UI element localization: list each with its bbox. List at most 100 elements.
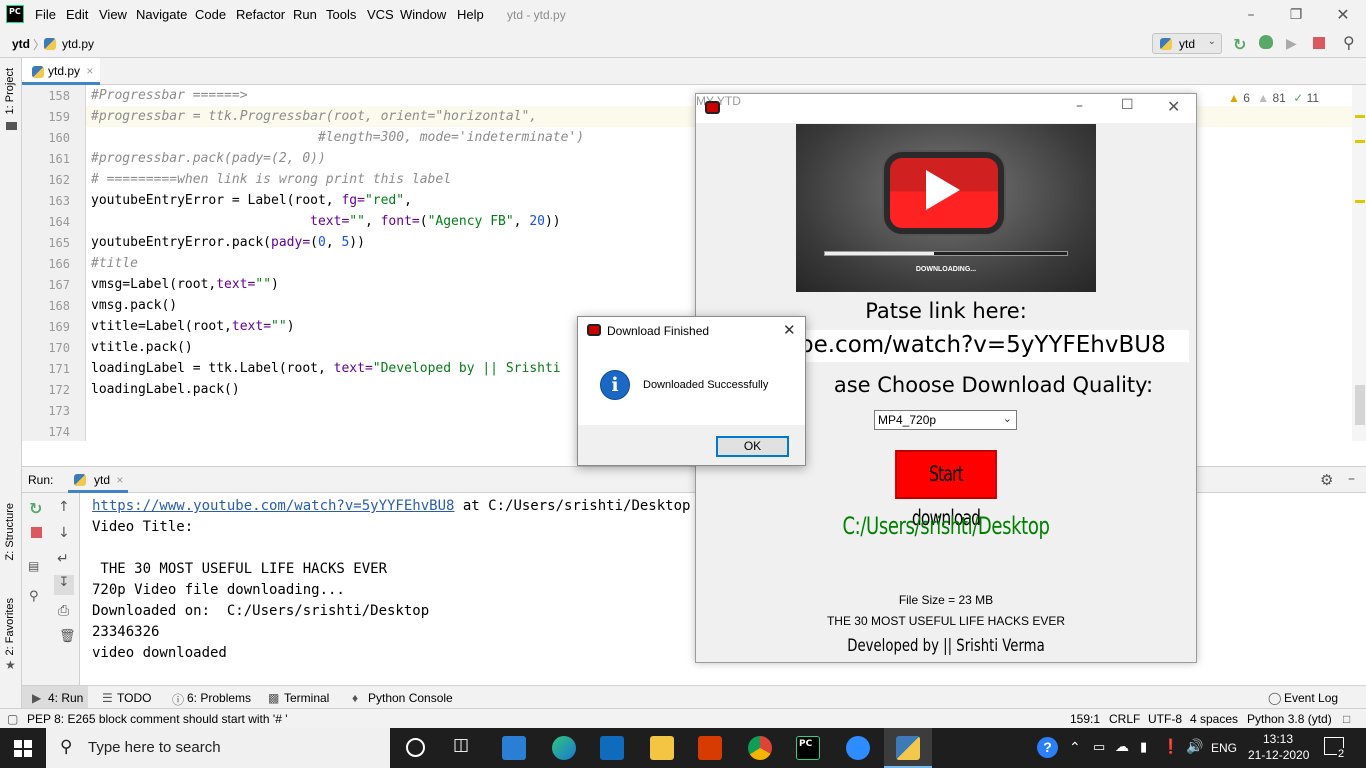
- code-line: youtubeEntryError = Label(root, fg="red"…: [91, 193, 412, 208]
- stop-icon[interactable]: [1313, 37, 1325, 49]
- caret-position[interactable]: 159:1: [1070, 712, 1100, 726]
- run-tool-button[interactable]: 4: Run: [48, 691, 83, 705]
- menu-file[interactable]: File: [35, 7, 56, 22]
- gear-icon[interactable]: ⚙: [1320, 471, 1333, 489]
- editor-scroll-stripe[interactable]: [1352, 85, 1366, 441]
- dialog-titlebar[interactable]: Download Finished ✕: [578, 317, 805, 345]
- code-token: )): [349, 235, 365, 250]
- menu-vcs[interactable]: VCS: [367, 7, 394, 22]
- terminal-tool-button[interactable]: Terminal: [284, 691, 329, 705]
- line-number: 166: [48, 257, 70, 271]
- inspection-widget[interactable]: ▲ 6 ▲ 81 ✓ 11: [1228, 91, 1319, 105]
- python-console-tool-button[interactable]: Python Console: [368, 691, 453, 705]
- todo-tool-button[interactable]: TODO: [117, 691, 151, 705]
- task-view-icon[interactable]: ◫: [453, 735, 469, 755]
- battery-icon[interactable]: ▮: [1140, 739, 1147, 755]
- run-tab-ytd[interactable]: ytd ×: [68, 467, 128, 493]
- link-entry[interactable]: be.com/watch?v=5yYYFEhvBU8: [799, 330, 1189, 362]
- rerun-icon[interactable]: ↻: [1233, 35, 1246, 54]
- menu-view[interactable]: View: [99, 7, 127, 22]
- indent-setting[interactable]: 4 spaces: [1190, 712, 1238, 726]
- problems-tool-button[interactable]: 6: Problems: [187, 691, 251, 705]
- run-config-selector[interactable]: ytd ⌄: [1152, 33, 1222, 54]
- stop-icon[interactable]: [31, 527, 42, 538]
- zoom-icon[interactable]: [846, 736, 870, 760]
- debug-icon[interactable]: [1259, 35, 1273, 49]
- wifi-icon[interactable]: ❗: [1162, 738, 1179, 755]
- chevron-up-icon[interactable]: ⌃: [1069, 739, 1081, 756]
- hide-panel-icon[interactable]: –: [1348, 471, 1355, 487]
- arrow-down-icon[interactable]: ↓: [58, 525, 70, 541]
- typo-count: 11: [1306, 91, 1320, 105]
- language-indicator[interactable]: ENG: [1211, 741, 1237, 755]
- maximize-button[interactable]: ☐: [1121, 97, 1134, 113]
- soft-wrap-icon[interactable]: ↵: [57, 551, 69, 567]
- python-app-taskbar-item[interactable]: [884, 728, 932, 768]
- favorites-tool-button[interactable]: 2: Favorites: [4, 598, 16, 655]
- file-encoding[interactable]: UTF-8: [1148, 712, 1182, 726]
- help-icon[interactable]: ?: [1037, 737, 1058, 758]
- rerun-icon[interactable]: ↻: [29, 499, 42, 518]
- pycharm-taskbar-icon[interactable]: PC: [796, 736, 820, 760]
- project-tool-button[interactable]: 1: Project: [4, 68, 16, 114]
- trash-icon[interactable]: 🗑: [59, 629, 76, 644]
- structure-tool-button[interactable]: Z: Structure: [4, 503, 16, 560]
- menu-refactor[interactable]: Refactor: [236, 7, 285, 22]
- status-toggle-icon[interactable]: ▢: [7, 712, 18, 726]
- menu-tools[interactable]: Tools: [326, 7, 356, 22]
- arrow-up-icon[interactable]: ↑: [58, 499, 70, 515]
- terminal-icon: ▩: [268, 691, 280, 705]
- console-line: 23346326: [92, 624, 160, 640]
- lock-icon[interactable]: □: [1343, 712, 1350, 726]
- close-button[interactable]: ✕: [783, 321, 796, 339]
- python-file-icon: [44, 38, 56, 50]
- restore-button[interactable]: ❐: [1283, 4, 1309, 26]
- search-everywhere-icon[interactable]: ⚲: [1343, 33, 1355, 52]
- chrome-icon[interactable]: [748, 736, 772, 760]
- windows-start-icon[interactable]: [14, 740, 32, 757]
- line-separator[interactable]: CRLF: [1109, 712, 1140, 726]
- taskbar-search-box[interactable]: ⚲ Type here to search: [46, 728, 390, 768]
- print-icon[interactable]: ⎙: [58, 603, 69, 619]
- start-download-button[interactable]: Start download: [895, 450, 997, 530]
- file-explorer-icon[interactable]: [650, 736, 674, 760]
- pin-icon[interactable]: ⚲: [29, 589, 39, 604]
- coverage-icon[interactable]: ▶: [1286, 36, 1297, 52]
- python-interpreter[interactable]: Python 3.8 (ytd): [1247, 712, 1332, 726]
- tab-ytd-py[interactable]: ytd.py ×: [22, 58, 100, 85]
- minimize-button[interactable]: –: [1238, 4, 1264, 26]
- edge-icon[interactable]: [552, 736, 576, 760]
- close-tab-icon[interactable]: ×: [86, 64, 93, 78]
- quality-select[interactable]: MP4_720p ⌄: [874, 410, 1017, 430]
- menu-run[interactable]: Run: [293, 7, 317, 22]
- breadcrumb-file[interactable]: ytd.py: [62, 37, 94, 51]
- scroll-thumb[interactable]: [1355, 385, 1365, 425]
- layout-icon[interactable]: ▤: [28, 559, 39, 573]
- cortana-icon[interactable]: [406, 738, 425, 757]
- console-link[interactable]: https://www.youtube.com/watch?v=5yYYFEhv…: [92, 498, 454, 514]
- menu-code[interactable]: Code: [195, 7, 226, 22]
- close-tab-icon[interactable]: ×: [116, 473, 123, 487]
- vscode-icon[interactable]: [502, 736, 526, 760]
- breadcrumb-project[interactable]: ytd: [12, 37, 30, 51]
- ok-button[interactable]: OK: [716, 436, 789, 457]
- menu-window[interactable]: Window: [400, 7, 446, 22]
- line-number: 162: [48, 173, 70, 187]
- clock-time[interactable]: 13:13: [1263, 732, 1293, 746]
- mail-icon[interactable]: [600, 736, 624, 760]
- clock-date[interactable]: 21-12-2020: [1248, 748, 1309, 762]
- menu-edit[interactable]: Edit: [66, 7, 88, 22]
- volume-icon[interactable]: 🔊: [1186, 738, 1203, 755]
- office-icon[interactable]: [698, 736, 722, 760]
- event-log-tool-button[interactable]: Event Log: [1284, 691, 1338, 705]
- menu-navigate[interactable]: Navigate: [136, 7, 187, 22]
- scroll-to-end-icon[interactable]: ↧: [54, 575, 74, 595]
- code-token: youtubeEntryError = Label(root,: [91, 193, 342, 208]
- close-button[interactable]: ✕: [1330, 4, 1356, 26]
- my-ytd-titlebar[interactable]: MY YTD – ☐ ✕: [696, 94, 1196, 123]
- close-button[interactable]: ✕: [1167, 97, 1180, 116]
- minimize-button[interactable]: –: [1076, 98, 1083, 114]
- device-icon[interactable]: ▭: [1093, 739, 1105, 755]
- cloud-icon[interactable]: ☁: [1115, 738, 1129, 755]
- menu-help[interactable]: Help: [457, 7, 484, 22]
